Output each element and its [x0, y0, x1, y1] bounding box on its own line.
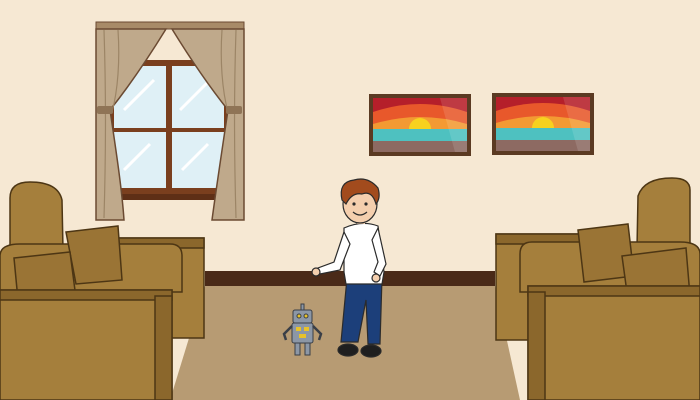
robot-leg: [304, 342, 311, 356]
window-pane: [172, 132, 224, 188]
sofa-right-front-arm-top: [527, 285, 700, 297]
boy-hand: [311, 267, 321, 277]
painting-sunset-left: [369, 94, 471, 156]
sofa-right-front-side: [527, 291, 546, 400]
window-pane: [114, 132, 166, 188]
robot-eye: [303, 313, 309, 319]
robot-panel: [299, 334, 306, 338]
boy-shoe: [360, 344, 382, 358]
robot-body: [291, 322, 314, 344]
living-room-scene: [0, 0, 700, 400]
boy-eye: [352, 202, 356, 206]
robot-eye: [296, 313, 302, 319]
robot-leg: [294, 342, 301, 356]
robot-head: [292, 309, 313, 324]
window-top-rail: [95, 21, 245, 30]
pillow: [65, 225, 123, 285]
sofa-left-front-arm-top: [0, 289, 173, 301]
robot-panel: [304, 327, 309, 331]
boy-shoe: [337, 343, 359, 357]
boy-hand: [371, 273, 381, 283]
sofa-left-front-arm: [0, 289, 173, 400]
robot-panel: [296, 327, 301, 331]
curtain-tieback: [226, 106, 242, 114]
window-sill: [104, 194, 232, 200]
curtain-tieback: [97, 106, 113, 114]
sofa-right-front-arm: [527, 285, 700, 400]
boy-eye: [364, 202, 368, 206]
painting-sunset-right: [492, 93, 594, 155]
robot-antenna: [300, 303, 305, 311]
sofa-left-front-side: [154, 295, 173, 400]
